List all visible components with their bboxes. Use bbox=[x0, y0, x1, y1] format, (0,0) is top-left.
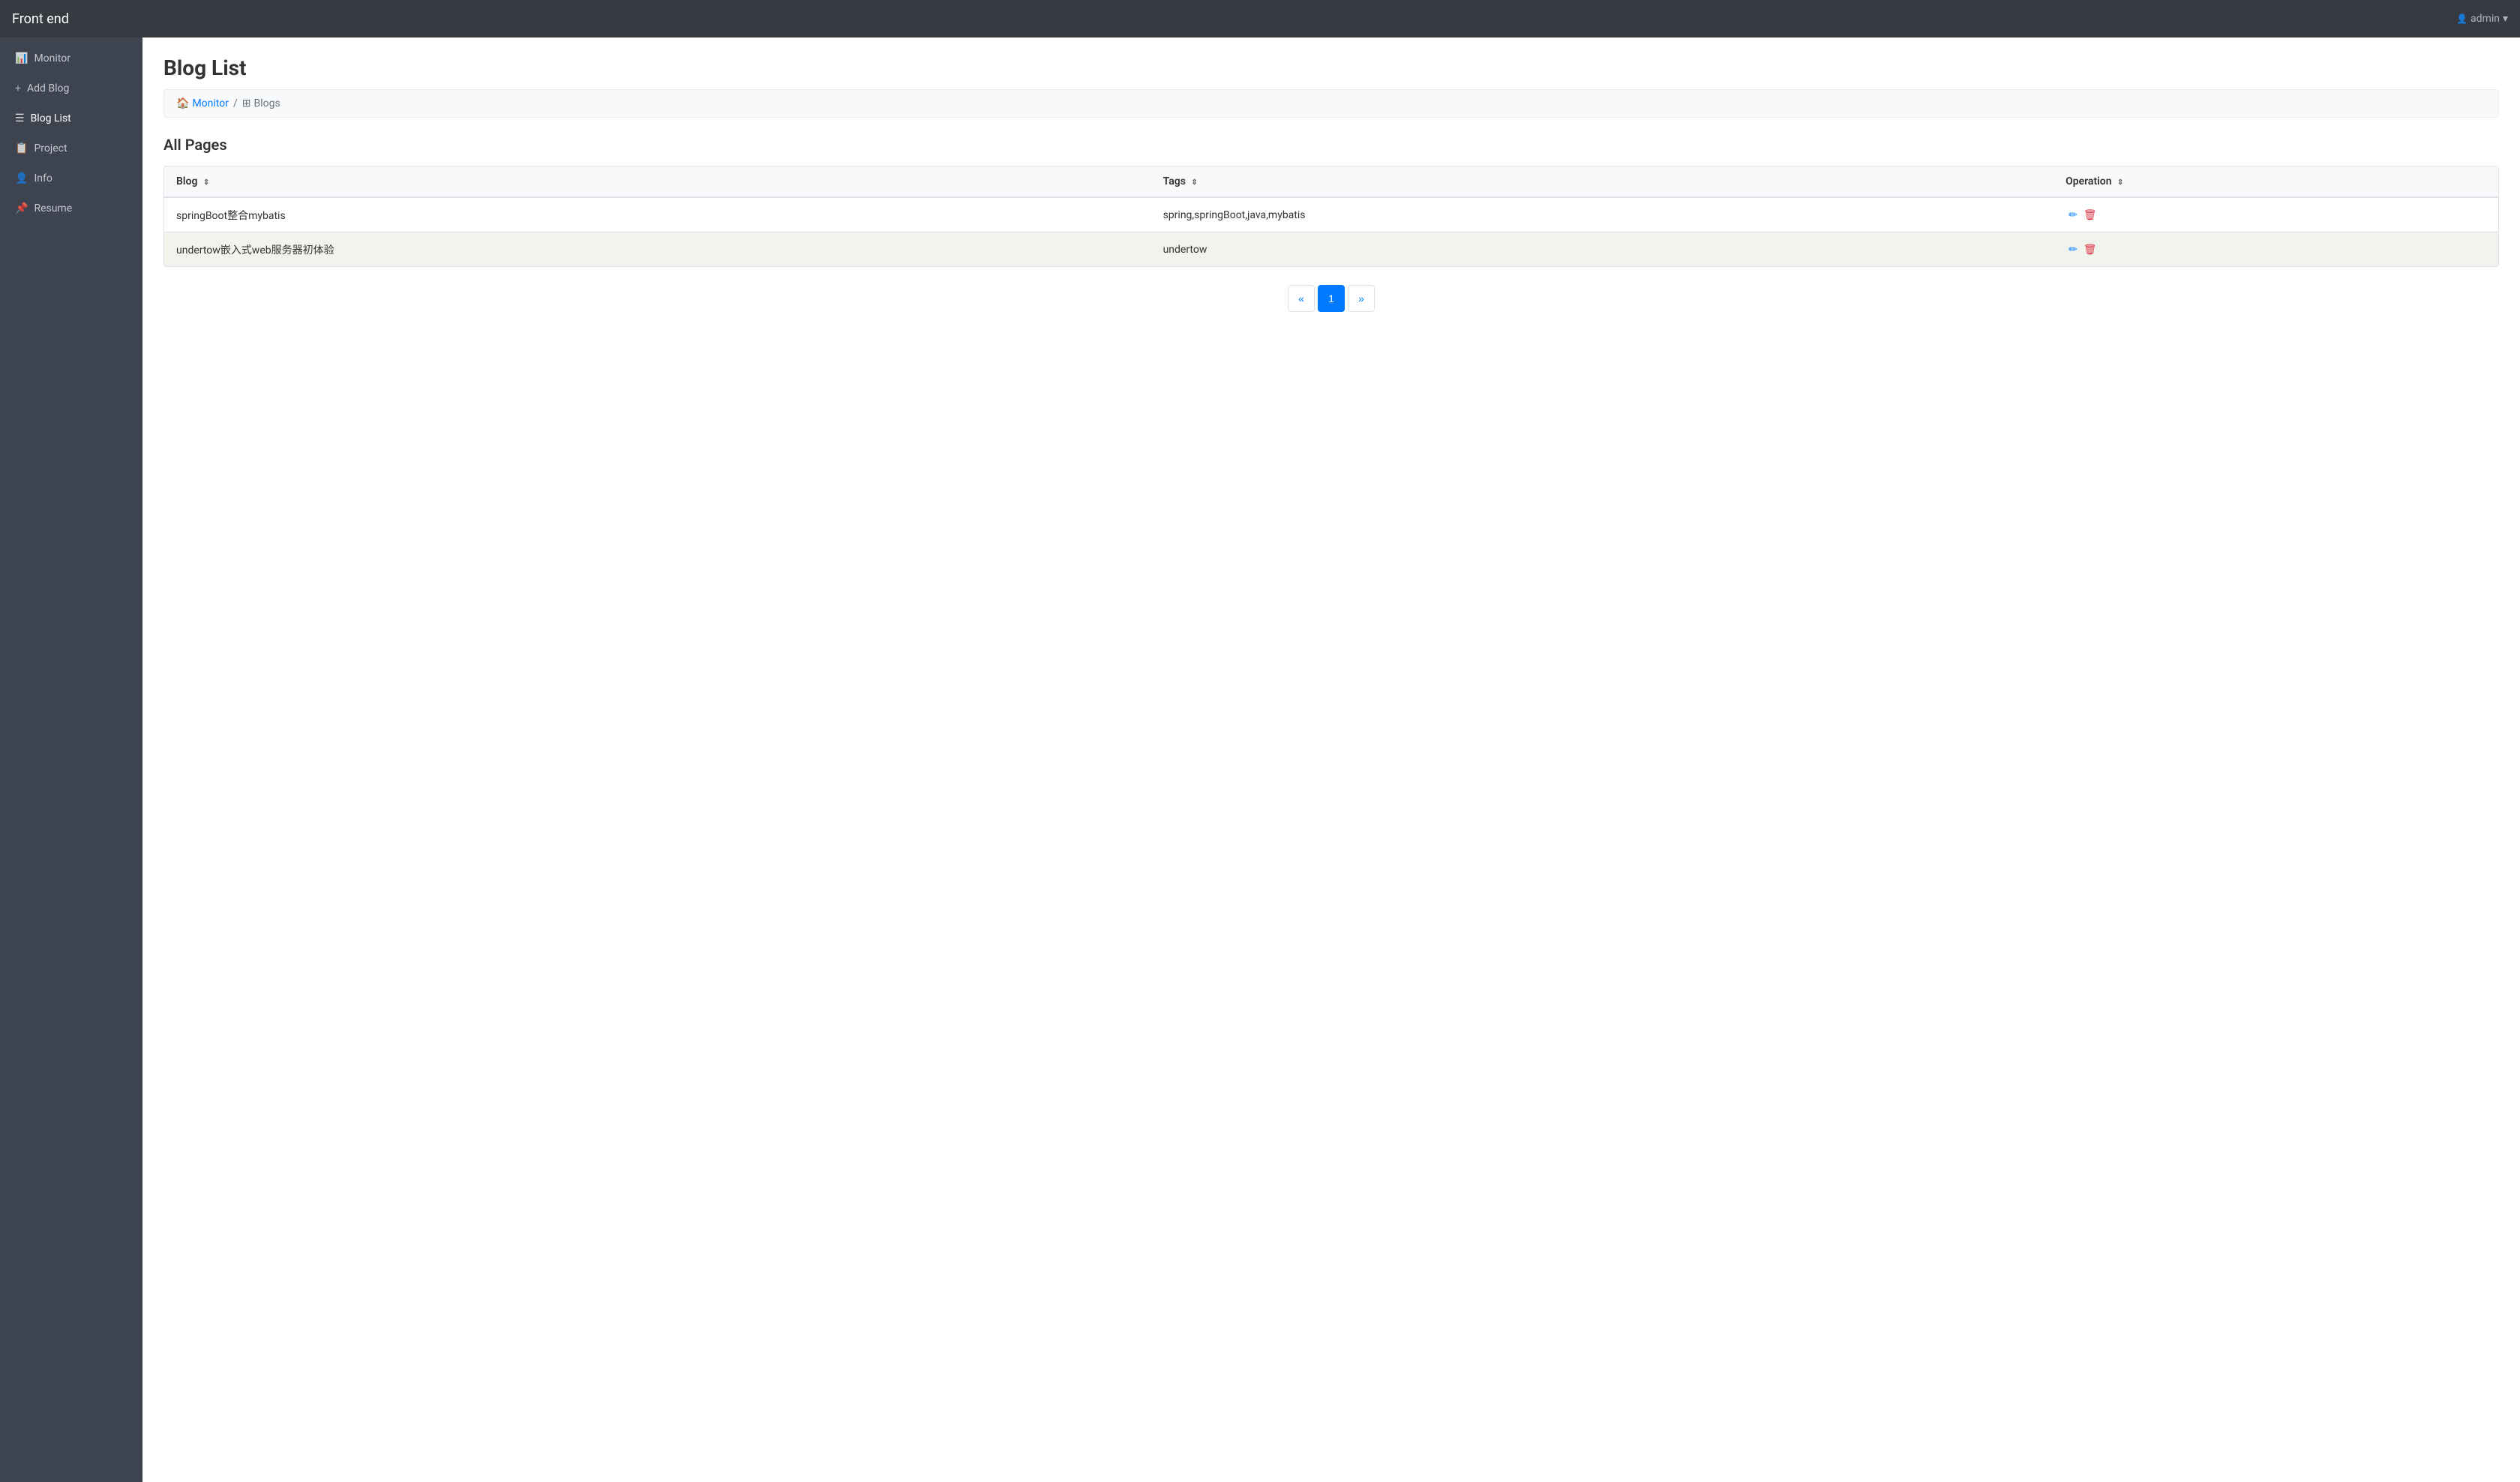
edit-button[interactable]: ✏ bbox=[2066, 207, 2080, 223]
col-blog-label: Blog bbox=[176, 176, 197, 188]
table-header: Blog ⇕ Tags ⇕ Operation ⇕ bbox=[164, 166, 2498, 197]
dropdown-icon: ▾ bbox=[2503, 13, 2508, 25]
breadcrumb-current: ⊞ Blogs bbox=[242, 98, 280, 110]
breadcrumb-current-label: Blogs bbox=[254, 98, 280, 110]
pagination-next[interactable]: » bbox=[1348, 285, 1375, 312]
layout: 📊 Monitor + Add Blog ☰ Blog List 📋 Proje… bbox=[0, 38, 2520, 1482]
col-tags-label: Tags bbox=[1163, 176, 1186, 188]
blog-table: Blog ⇕ Tags ⇕ Operation ⇕ bbox=[164, 166, 2498, 266]
cell-blog: undertow嵌入式web服务器初体验 bbox=[164, 232, 1151, 267]
col-header-operation[interactable]: Operation ⇕ bbox=[2054, 166, 2498, 197]
sidebar-item-monitor[interactable]: 📊 Monitor bbox=[0, 44, 142, 74]
delete-button[interactable]: 🗑 bbox=[2080, 207, 2100, 223]
col-operation-label: Operation bbox=[2066, 176, 2111, 188]
info-icon: 👤 bbox=[15, 172, 28, 184]
delete-button[interactable]: 🗑 bbox=[2080, 242, 2100, 257]
table-row: undertow嵌入式web服务器初体验undertow✏🗑 bbox=[164, 232, 2498, 267]
table-body: springBoot整合mybatisspring,springBoot,jav… bbox=[164, 197, 2498, 266]
blog-table-container: Blog ⇕ Tags ⇕ Operation ⇕ bbox=[164, 166, 2499, 267]
resume-icon: 📌 bbox=[15, 202, 28, 214]
cell-operation: ✏🗑 bbox=[2054, 197, 2498, 232]
sidebar-label-info: Info bbox=[34, 172, 52, 184]
sidebar-item-info[interactable]: 👤 Info bbox=[0, 164, 142, 194]
navbar: Front end admin ▾ bbox=[0, 0, 2520, 38]
add-icon: + bbox=[15, 82, 21, 94]
sidebar-label-resume: Resume bbox=[34, 202, 72, 214]
sidebar-item-blog-list[interactable]: ☰ Blog List bbox=[0, 104, 142, 134]
blog-sort-icon: ⇕ bbox=[203, 178, 209, 187]
breadcrumb-separator: / bbox=[233, 98, 238, 110]
sidebar: 📊 Monitor + Add Blog ☰ Blog List 📋 Proje… bbox=[0, 38, 142, 1482]
pagination-prev[interactable]: « bbox=[1288, 285, 1315, 312]
col-header-blog[interactable]: Blog ⇕ bbox=[164, 166, 1151, 197]
cell-tags: spring,springBoot,java,mybatis bbox=[1151, 197, 2054, 232]
section-title: All Pages bbox=[164, 136, 2499, 154]
list-icon: ☰ bbox=[15, 112, 25, 124]
tags-sort-icon: ⇕ bbox=[1191, 178, 1197, 187]
sidebar-item-project[interactable]: 📋 Project bbox=[0, 134, 142, 164]
pagination: « 1 » bbox=[164, 285, 2499, 312]
sidebar-label-add-blog: Add Blog bbox=[27, 82, 69, 94]
cell-operation: ✏🗑 bbox=[2054, 232, 2498, 267]
edit-button[interactable]: ✏ bbox=[2066, 242, 2080, 257]
cell-blog: springBoot整合mybatis bbox=[164, 197, 1151, 232]
sidebar-label-monitor: Monitor bbox=[34, 52, 70, 64]
sidebar-item-resume[interactable]: 📌 Resume bbox=[0, 194, 142, 224]
page-title: Blog List bbox=[164, 56, 2499, 80]
sidebar-item-add-blog[interactable]: + Add Blog bbox=[0, 74, 142, 104]
cell-tags: undertow bbox=[1151, 232, 2054, 267]
breadcrumb-home[interactable]: 🏠 Monitor bbox=[176, 98, 229, 110]
main-content: Blog List 🏠 Monitor / ⊞ Blogs All Pages … bbox=[142, 38, 2520, 1482]
user-name: admin bbox=[2470, 13, 2500, 25]
navbar-brand[interactable]: Front end bbox=[12, 11, 69, 27]
monitor-icon: 📊 bbox=[15, 52, 28, 64]
sidebar-label-project: Project bbox=[34, 142, 67, 154]
breadcrumb: 🏠 Monitor / ⊞ Blogs bbox=[164, 89, 2499, 118]
col-header-tags[interactable]: Tags ⇕ bbox=[1151, 166, 2054, 197]
home-icon: 🏠 bbox=[176, 98, 189, 110]
breadcrumb-home-label: Monitor bbox=[192, 98, 229, 110]
blogs-icon: ⊞ bbox=[242, 98, 251, 110]
user-menu[interactable]: admin ▾ bbox=[2456, 13, 2508, 25]
operation-sort-icon: ⇕ bbox=[2117, 178, 2123, 187]
table-row: springBoot整合mybatisspring,springBoot,jav… bbox=[164, 197, 2498, 232]
sidebar-label-blog-list: Blog List bbox=[31, 112, 71, 124]
project-icon: 📋 bbox=[15, 142, 28, 154]
pagination-page-1[interactable]: 1 bbox=[1318, 285, 1345, 312]
